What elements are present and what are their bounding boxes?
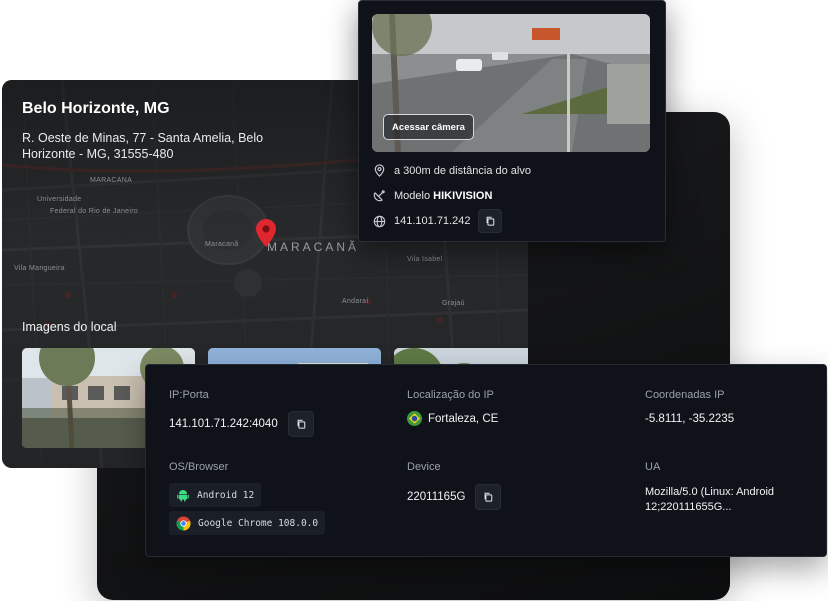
camera-preview[interactable]: Acessar câmera [372,14,650,152]
os-browser-label: OS/Browser [169,461,229,473]
copy-camera-ip-button[interactable] [478,209,503,233]
camera-model-prefix: Modelo [394,189,431,202]
copy-icon [487,216,495,226]
map-label: Vila Isabel [407,256,443,263]
location-pin-icon [374,164,385,177]
globe-icon [373,215,386,227]
ua-label: UA [645,461,661,473]
ua-value: Mozilla/5.0 (Linux: Android 12;220111655… [645,486,775,513]
copy-icon [297,419,305,429]
camera-ip-row: 141.101.71.242 [373,209,503,233]
chrome-icon [176,515,191,531]
camera-ip-text: 141.101.71.242 [394,215,471,227]
ip-port-row: 141.101.71.242:4040 [169,411,314,437]
camera-card: Acessar câmera a 300m de distância do al… [358,0,666,242]
map-label: MARACANA [90,177,133,184]
copy-icon [484,492,493,502]
location-address: R. Oeste de Minas, 77 - Santa Amelia, Be… [22,131,264,161]
copy-ip-port-button[interactable] [287,411,314,437]
ip-port-label: IP:Porta [169,389,209,401]
satellite-dish-icon [373,190,385,202]
device-row: 22011165G [407,484,502,510]
ip-port-value: 141.101.71.242:4040 [169,418,278,430]
ip-location-label: Localização do IP [407,389,494,401]
device-value: 22011165G [407,491,466,503]
map-label: Universidade [37,196,82,203]
brazil-flag-icon [407,411,422,426]
images-section-title: Imagens do local [22,320,117,334]
camera-model-row: Modelo HIKIVISION [373,189,492,202]
os-value: Android 12 [197,489,255,501]
map-label: Vila Mangueira [14,265,65,272]
location-city: Belo Horizonte, MG [22,100,170,117]
camera-distance-row: a 300m de distância do alvo [373,164,531,177]
copy-device-button[interactable] [475,484,502,510]
coordinates-label: Coordenadas IP [645,389,725,401]
ip-location-value: Fortaleza, CE [428,412,499,425]
camera-model-name: HIKIVISION [433,189,493,202]
map-label: MARACANÃ [267,240,360,254]
os-chip: Android 12 [169,483,262,507]
map-label: Maracanã [205,241,239,248]
browser-chip: Google Chrome 108.0.0 [169,511,326,535]
camera-distance-text: a 300m de distância do alvo [394,164,531,177]
android-icon [177,490,189,502]
browser-value: Google Chrome 108.0.0 [198,517,319,529]
map-label: Andaraí [342,298,369,305]
map-pin-icon[interactable] [256,219,276,247]
ip-info-panel: IP:Porta 141.101.71.242:4040 Localização… [145,364,827,557]
map-label: Grajaú [442,300,465,307]
device-label: Device [407,461,441,473]
map-label: Federal do Rio de Janeiro [50,208,139,215]
access-camera-button[interactable]: Acessar câmera [383,114,474,140]
coordinates-value: -5.8111, -35.2235 [645,413,735,425]
ip-location-row: Fortaleza, CE [407,411,498,426]
